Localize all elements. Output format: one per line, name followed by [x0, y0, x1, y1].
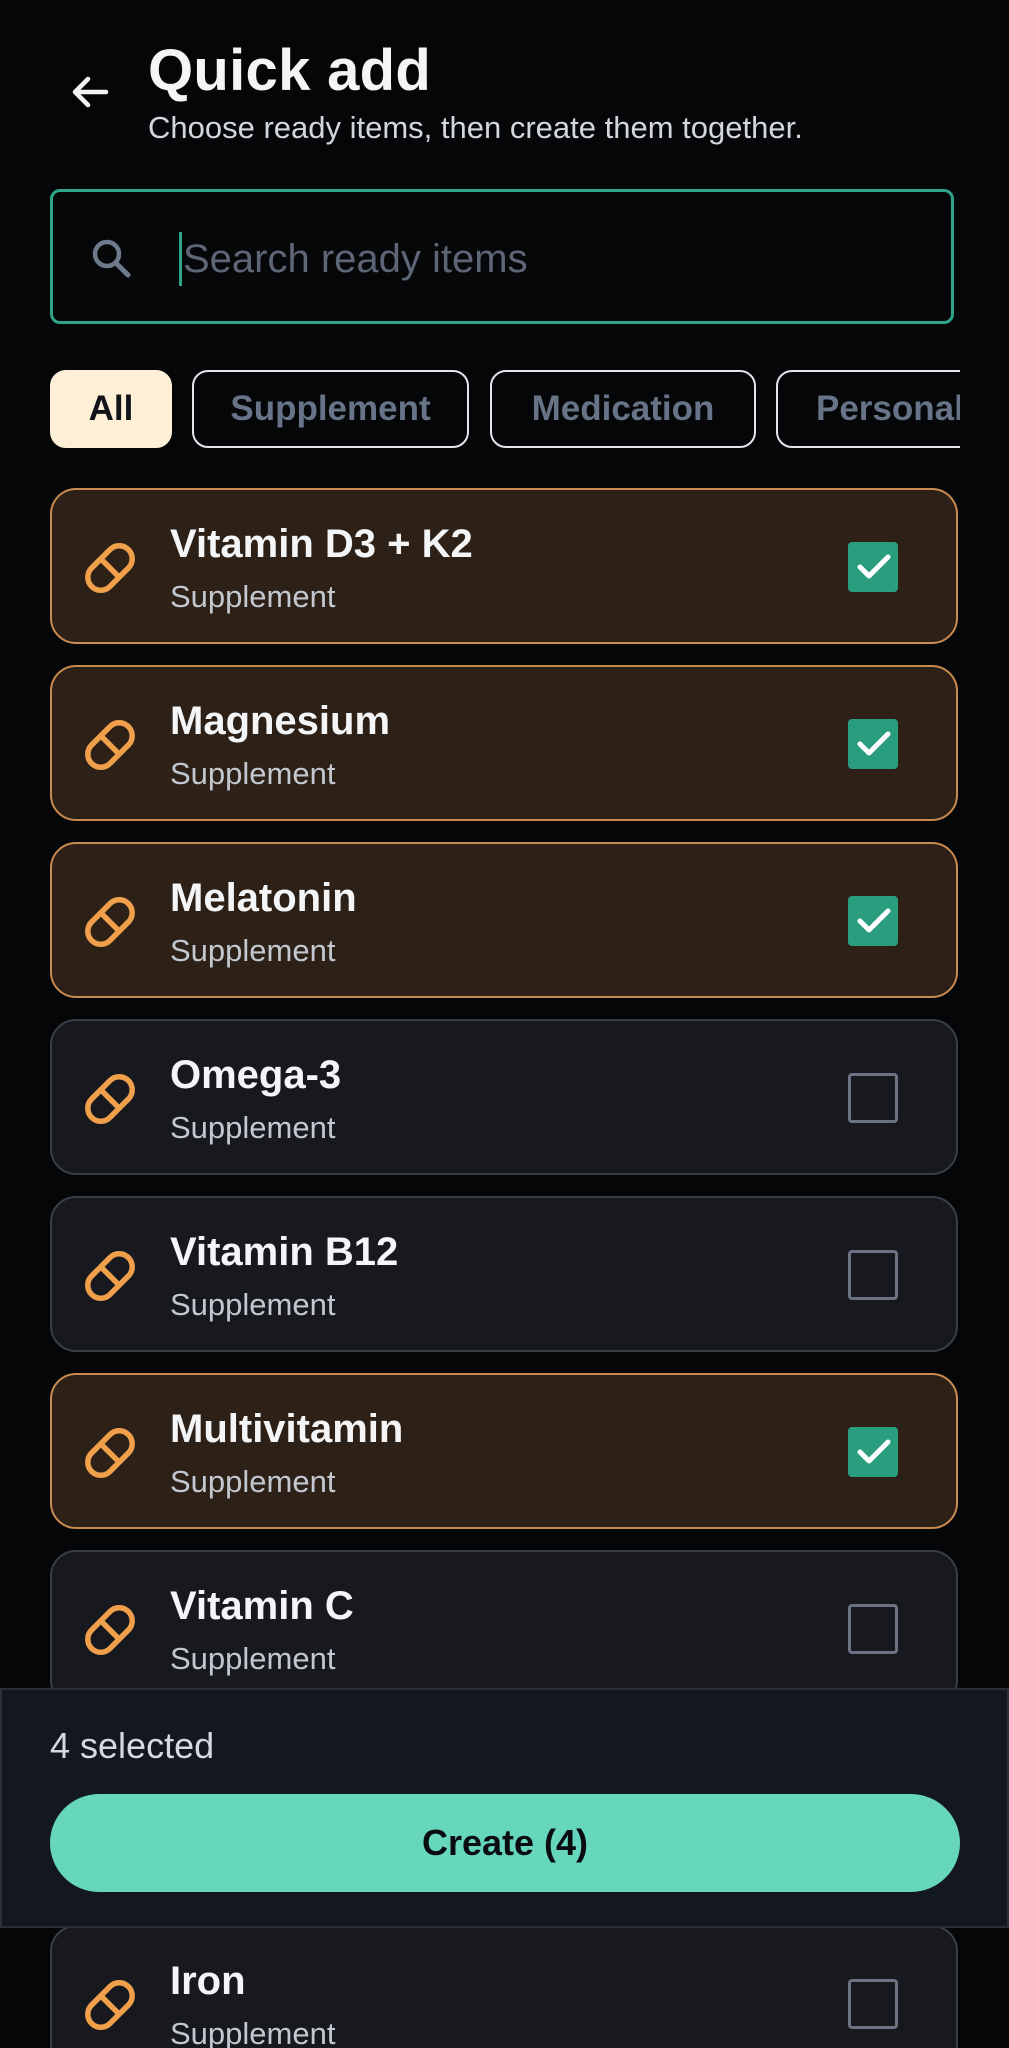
item-name: Melatonin — [170, 876, 357, 920]
item-category: Supplement — [170, 1287, 336, 1322]
item-name: Omega-3 — [170, 1053, 342, 1097]
search-input[interactable] — [181, 220, 923, 298]
selection-footer: 4 selected Create (4) — [0, 1688, 1009, 1928]
filter-chip-supplement[interactable]: Supplement — [192, 370, 469, 448]
filter-chip-personal[interactable]: Personal — [776, 370, 960, 448]
pill-icon — [85, 1428, 135, 1478]
item-checkbox[interactable] — [848, 1427, 898, 1477]
pill-icon — [85, 1251, 135, 1301]
item-checkbox[interactable] — [848, 1979, 898, 2029]
pill-icon — [85, 1980, 135, 2030]
check-icon — [857, 731, 891, 756]
item-category: Supplement — [170, 2016, 336, 2048]
item-checkbox[interactable] — [848, 1604, 898, 1654]
page-title: Quick add — [148, 38, 432, 103]
check-icon — [857, 1439, 891, 1464]
search-box[interactable] — [50, 189, 954, 324]
item-category: Supplement — [170, 1110, 336, 1145]
pill-icon — [85, 720, 135, 770]
ready-item-card[interactable]: Multivitamin Supplement — [50, 1373, 958, 1529]
item-name: Vitamin C — [170, 1584, 354, 1628]
item-name: Iron — [170, 1959, 246, 2003]
back-button[interactable] — [60, 62, 120, 122]
arrow-left-icon — [72, 76, 109, 108]
pill-icon — [85, 897, 135, 947]
item-category: Supplement — [170, 579, 336, 614]
item-category: Supplement — [170, 1464, 336, 1499]
item-category: Supplement — [170, 1641, 336, 1676]
item-name: Vitamin D3 + K2 — [170, 522, 473, 566]
check-icon — [857, 554, 891, 579]
item-checkbox[interactable] — [848, 1250, 898, 1300]
filter-chip-medication[interactable]: Medication — [490, 370, 756, 448]
ready-item-card[interactable]: Vitamin C Supplement — [50, 1550, 958, 1706]
quick-add-screen: Quick add Choose ready items, then creat… — [0, 0, 1009, 2048]
filter-chip-all[interactable]: All — [50, 370, 172, 448]
check-icon — [857, 908, 891, 933]
filter-chips: All Supplement Medication Personal — [50, 370, 960, 450]
create-button[interactable]: Create (4) — [50, 1794, 960, 1892]
item-name: Multivitamin — [170, 1407, 404, 1451]
ready-item-card[interactable]: Omega-3 Supplement — [50, 1019, 958, 1175]
search-icon — [92, 239, 131, 278]
pill-icon — [85, 543, 135, 593]
ready-item-card[interactable]: Vitamin D3 + K2 Supplement — [50, 488, 958, 644]
ready-item-card[interactable]: Iron Supplement — [50, 1925, 958, 2048]
item-category: Supplement — [170, 933, 336, 968]
item-checkbox[interactable] — [848, 542, 898, 592]
item-checkbox[interactable] — [848, 719, 898, 769]
ready-item-card[interactable]: Vitamin B12 Supplement — [50, 1196, 958, 1352]
pill-icon — [85, 1074, 135, 1124]
item-category: Supplement — [170, 756, 336, 791]
pill-icon — [85, 1605, 135, 1655]
page-subtitle: Choose ready items, then create them tog… — [148, 110, 803, 145]
item-name: Vitamin B12 — [170, 1230, 399, 1274]
ready-item-card[interactable]: Melatonin Supplement — [50, 842, 958, 998]
item-checkbox[interactable] — [848, 1073, 898, 1123]
ready-item-card[interactable]: Magnesium Supplement — [50, 665, 958, 821]
item-checkbox[interactable] — [848, 896, 898, 946]
item-name: Magnesium — [170, 699, 391, 743]
selected-count: 4 selected — [50, 1725, 215, 1766]
